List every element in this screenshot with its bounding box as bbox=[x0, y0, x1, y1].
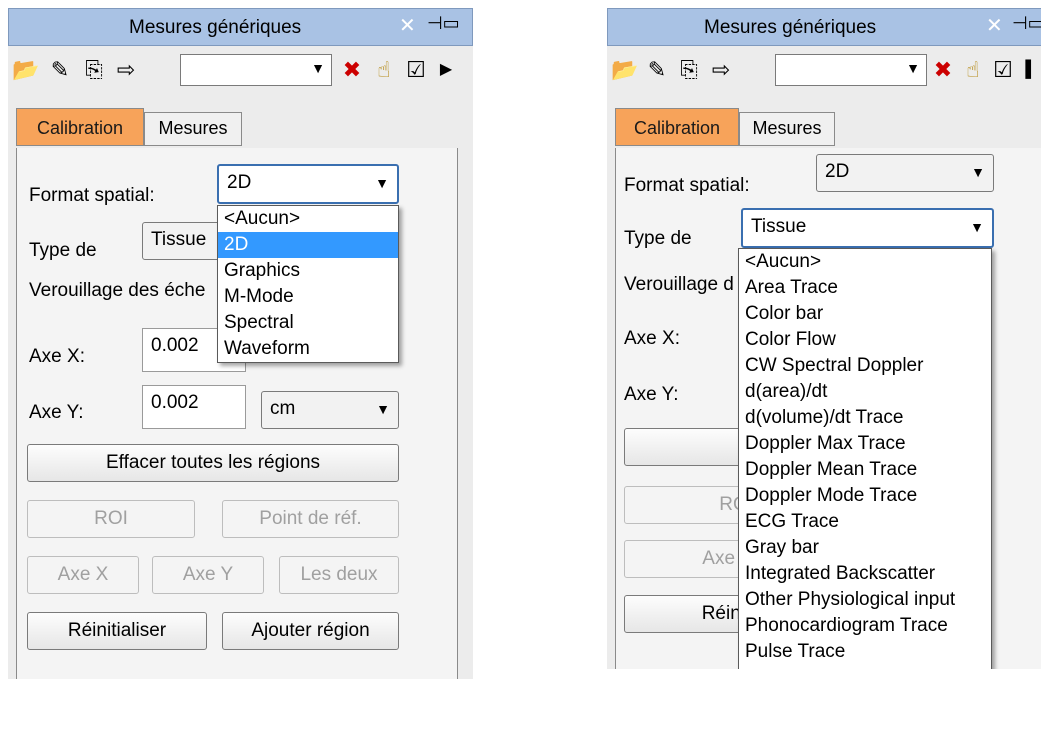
chevron-down-icon: ▼ bbox=[311, 60, 325, 76]
dropdown-option[interactable]: ECG Trace bbox=[739, 509, 991, 535]
open-folder-icon[interactable]: 📂 bbox=[611, 56, 639, 84]
axe-y-label: Axe Y: bbox=[29, 402, 84, 423]
dropdown-option[interactable]: PW Spectral Doppler bbox=[739, 665, 991, 669]
toolbar-combo[interactable]: ▼ bbox=[180, 54, 332, 86]
tab-mesures[interactable]: Mesures bbox=[144, 112, 242, 146]
dropdown-option[interactable]: Gray bar bbox=[739, 535, 991, 561]
toolbar-combo[interactable]: ▼ bbox=[775, 54, 927, 86]
dropdown-option[interactable]: <Aucun> bbox=[218, 206, 398, 232]
save-all-icon[interactable]: ⎘ bbox=[675, 56, 703, 84]
type-label: Type de bbox=[29, 240, 97, 261]
ajouter-region-button[interactable]: Ajouter région bbox=[222, 612, 399, 650]
effacer-regions-button[interactable]: Effacer toutes les régions bbox=[27, 444, 399, 482]
dropdown-option[interactable]: Pulse Trace bbox=[739, 639, 991, 665]
edit-icon[interactable]: ☑ bbox=[989, 56, 1017, 84]
verrouillage-label: Verouillage d bbox=[624, 274, 734, 295]
pointer-icon[interactable]: ☝ bbox=[370, 56, 398, 84]
dropdown-option[interactable]: Integrated Backscatter bbox=[739, 561, 991, 587]
axe-x-label: Axe X: bbox=[624, 328, 680, 349]
dropdown-option[interactable]: M-Mode bbox=[218, 284, 398, 310]
tab-calibration[interactable]: Calibration bbox=[16, 108, 144, 146]
dropdown-option[interactable]: 2D bbox=[218, 232, 398, 258]
point-ref-button[interactable]: Point de réf. bbox=[222, 500, 399, 538]
generic-measures-panel-right: Mesures génériques ✕ ⊣▭ 📂 ✎ ⎘ ⇨ ▼ ✖ ☝ ☑ … bbox=[607, 8, 1041, 669]
chevron-down-icon: ▼ bbox=[971, 164, 985, 180]
save-icon[interactable]: ✎ bbox=[643, 56, 671, 84]
dropdown-option[interactable]: Color bar bbox=[739, 301, 991, 327]
dropdown-option[interactable]: d(volume)/dt Trace bbox=[739, 405, 991, 431]
axe-x-button[interactable]: Axe X bbox=[27, 556, 139, 594]
axe-x-label: Axe X: bbox=[29, 346, 85, 367]
reinitialiser-button[interactable]: Réinitialiser bbox=[27, 612, 207, 650]
type-label: Type de bbox=[624, 228, 692, 249]
tab-calibration[interactable]: Calibration bbox=[615, 108, 739, 146]
dropdown-option[interactable]: Doppler Mean Trace bbox=[739, 457, 991, 483]
delete-red-icon[interactable]: ✖ bbox=[929, 56, 957, 84]
toolbar: 📂 ✎ ⎘ ⇨ ▼ ✖ ☝ ☑ ▌ bbox=[607, 52, 1041, 92]
format-spatial-label: Format spatial: bbox=[29, 185, 155, 206]
axe-y-unit-select[interactable]: cm ▼ bbox=[261, 391, 399, 429]
type-dropdown: <Aucun> Area Trace Color bar Color Flow CW S… bbox=[738, 248, 992, 669]
dropdown-option[interactable]: Doppler Max Trace bbox=[739, 431, 991, 457]
pin-icon[interactable]: ⊣▭ bbox=[1012, 13, 1041, 34]
panel-titlebar: Mesures génériques ✕ ⊣▭ bbox=[8, 8, 473, 46]
pin-icon[interactable]: ⊣▭ bbox=[427, 13, 460, 34]
open-folder-icon[interactable]: 📂 bbox=[12, 56, 40, 84]
generic-measures-panel-left: Mesures génériques ✕ ⊣▭ 📂 ✎ ⎘ ⇨ ▼ ✖ ☝ ☑ … bbox=[8, 8, 473, 679]
dropdown-option[interactable]: Color Flow bbox=[739, 327, 991, 353]
more-arrow-icon[interactable]: ▌ bbox=[1017, 56, 1041, 84]
dropdown-option[interactable]: Phonocardiogram Trace bbox=[739, 613, 991, 639]
close-icon[interactable]: ✕ bbox=[986, 13, 1003, 38]
dropdown-option[interactable]: d(area)/dt bbox=[739, 379, 991, 405]
verrouillage-label: Verouillage des éche bbox=[29, 280, 206, 301]
format-spatial-select[interactable]: 2D ▼ bbox=[816, 154, 994, 192]
les-deux-button[interactable]: Les deux bbox=[279, 556, 399, 594]
roi-button[interactable]: ROI bbox=[27, 500, 195, 538]
panel-title: Mesures génériques bbox=[704, 17, 877, 38]
axe-y-button[interactable]: Axe Y bbox=[152, 556, 264, 594]
dropdown-option[interactable]: Other Physiological input bbox=[739, 587, 991, 613]
chevron-down-icon: ▼ bbox=[970, 219, 984, 235]
panel-title: Mesures génériques bbox=[129, 17, 302, 38]
format-spatial-label: Format spatial: bbox=[624, 175, 750, 196]
dropdown-option[interactable]: Graphics bbox=[218, 258, 398, 284]
dropdown-option[interactable]: Spectral bbox=[218, 310, 398, 336]
chevron-down-icon: ▼ bbox=[375, 175, 389, 191]
pointer-icon[interactable]: ☝ bbox=[959, 56, 987, 84]
chevron-down-icon: ▼ bbox=[376, 401, 390, 417]
format-spatial-dropdown: <Aucun> 2D Graphics M-Mode Spectral Waveform bbox=[217, 205, 399, 363]
panel-titlebar: Mesures génériques ✕ ⊣▭ bbox=[607, 8, 1041, 46]
format-spatial-select[interactable]: 2D ▼ bbox=[217, 164, 399, 204]
chevron-down-icon: ▼ bbox=[906, 60, 920, 76]
dropdown-option[interactable]: Area Trace bbox=[739, 275, 991, 301]
export-icon[interactable]: ⇨ bbox=[112, 56, 140, 84]
more-arrow-icon[interactable]: ▶ bbox=[432, 56, 460, 84]
save-icon[interactable]: ✎ bbox=[46, 56, 74, 84]
save-all-icon[interactable]: ⎘ bbox=[80, 56, 108, 84]
dropdown-option[interactable]: CW Spectral Doppler bbox=[739, 353, 991, 379]
dropdown-option[interactable]: Doppler Mode Trace bbox=[739, 483, 991, 509]
axe-y-label: Axe Y: bbox=[624, 384, 679, 405]
edit-icon[interactable]: ☑ bbox=[402, 56, 430, 84]
dropdown-option[interactable]: <Aucun> bbox=[739, 249, 991, 275]
type-select[interactable]: Tissue ▼ bbox=[741, 208, 994, 248]
axe-y-input[interactable]: 0.002 bbox=[142, 385, 246, 429]
export-icon[interactable]: ⇨ bbox=[707, 56, 735, 84]
toolbar: 📂 ✎ ⎘ ⇨ ▼ ✖ ☝ ☑ ▶ bbox=[8, 52, 473, 92]
close-icon[interactable]: ✕ bbox=[399, 13, 416, 38]
delete-red-icon[interactable]: ✖ bbox=[338, 56, 366, 84]
tab-mesures[interactable]: Mesures bbox=[739, 112, 835, 146]
dropdown-option[interactable]: Waveform bbox=[218, 336, 398, 362]
